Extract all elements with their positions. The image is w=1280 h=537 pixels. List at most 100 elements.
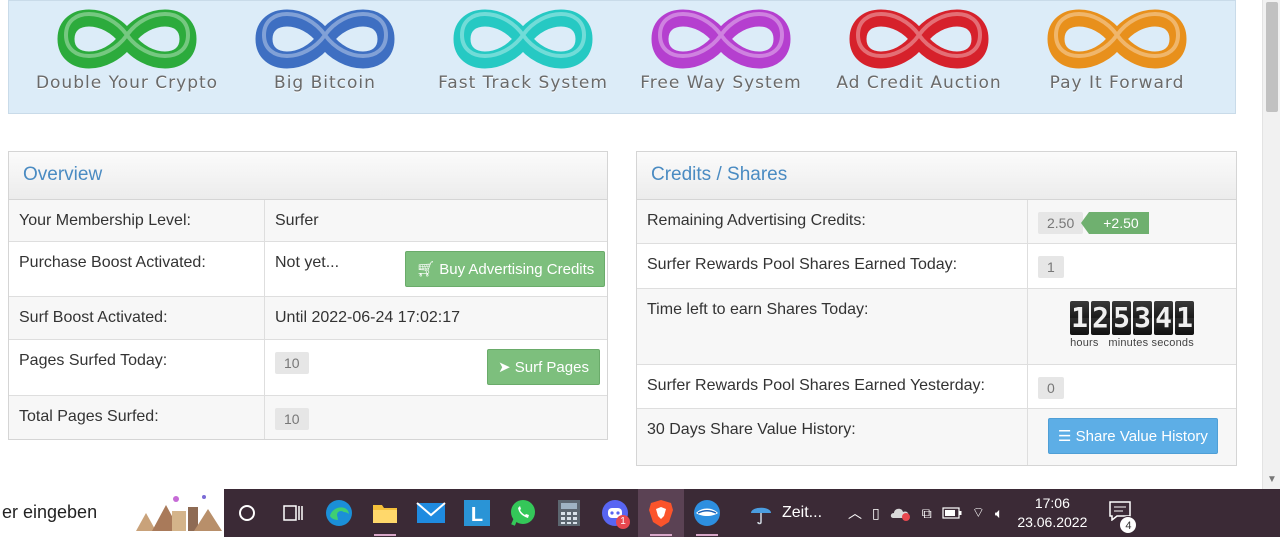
infinity-logo-icon: [453, 9, 593, 69]
program-label: Free Way System: [640, 73, 802, 93]
meet-now-icon[interactable]: ▯: [872, 505, 880, 522]
infinity-logo-icon: [849, 9, 989, 69]
search-highlight-illustration-icon: [132, 491, 224, 535]
infinity-logo-icon: [1047, 9, 1187, 69]
row-label: Surfer Rewards Pool Shares Earned Yester…: [637, 365, 1028, 408]
share-value-history-button[interactable]: ☰ Share Value History: [1048, 418, 1218, 454]
battery-icon[interactable]: [942, 507, 962, 519]
notification-count-badge: 4: [1119, 515, 1138, 534]
thunderbird-icon[interactable]: [684, 489, 730, 537]
total-pages-badge: 10: [275, 408, 309, 430]
wifi-icon[interactable]: ⌔: [972, 504, 985, 522]
row-value: Not yet...: [275, 254, 340, 271]
system-tray: ︿ ▯ ⧉ ⌔ 🔈︎: [848, 503, 1003, 523]
table-row: Surfer Rewards Pool Shares Earned Today:…: [637, 244, 1236, 289]
panel-title: Credits / Shares: [637, 152, 1236, 200]
taskbar-search-box[interactable]: er eingeben: [0, 489, 224, 537]
row-label: Surfer Rewards Pool Shares Earned Today:: [637, 244, 1028, 288]
program-label: Ad Credit Auction: [836, 73, 1002, 93]
whatsapp-icon[interactable]: [500, 489, 546, 537]
table-row: Remaining Advertising Credits: 2.50 +2.50: [637, 200, 1236, 244]
windows-taskbar: er eingeben L 1 Zeit... ︿ ▯ ⧉ ⌔ 🔈︎ 17:06…: [0, 489, 1280, 537]
surf-pages-button[interactable]: ➤ Surf Pages: [487, 349, 600, 385]
table-row: Surfer Rewards Pool Shares Earned Yester…: [637, 365, 1236, 409]
table-row: Pages Surfed Today: 10 ➤ Surf Pages: [9, 340, 607, 396]
countdown-digit: 2: [1091, 301, 1110, 335]
table-row: Surf Boost Activated: Until 2022-06-24 1…: [9, 297, 607, 340]
file-explorer-icon[interactable]: [362, 489, 408, 537]
countdown-digit: 3: [1133, 301, 1152, 335]
weather-widget[interactable]: Zeit...: [748, 500, 822, 526]
discord-icon[interactable]: 1: [592, 489, 638, 537]
infinity-logo-icon: [57, 9, 197, 69]
cart-icon: 🛒︎: [416, 261, 440, 278]
l-app-icon[interactable]: L: [454, 489, 500, 537]
countdown-digit: 1: [1070, 301, 1089, 335]
row-label: Purchase Boost Activated:: [9, 242, 265, 296]
row-value: Until 2022-06-24 17:02:17: [275, 309, 461, 326]
program-link-fast-track-system[interactable]: Fast Track System: [423, 3, 623, 103]
program-label: Fast Track System: [438, 73, 608, 93]
database-icon: ☰: [1058, 428, 1076, 445]
row-label: Surf Boost Activated:: [9, 297, 265, 339]
pages-surfed-today-badge: 10: [275, 352, 309, 374]
countdown-digit: 4: [1154, 301, 1173, 335]
program-banner: Double Your Crypto Big Bitcoin Fast Trac…: [8, 0, 1236, 114]
scrollbar-thumb[interactable]: [1266, 2, 1278, 112]
shares-today-badge: 1: [1038, 256, 1064, 278]
scroll-down-arrow-icon[interactable]: ▼: [1267, 474, 1277, 485]
taskbar-clock[interactable]: 17:06 23.06.2022: [1017, 494, 1087, 532]
infinity-logo-icon: [651, 9, 791, 69]
countdown-digit: 5: [1112, 301, 1131, 335]
program-label: Double Your Crypto: [35, 73, 219, 93]
countdown-units: hours minutes seconds: [1070, 337, 1194, 349]
brave-browser-icon[interactable]: [638, 489, 684, 537]
advertising-credits-badge: 2.50: [1038, 212, 1084, 234]
clock-time: 17:06: [1034, 495, 1070, 511]
countdown-digit: 1: [1175, 301, 1194, 335]
table-row: 30 Days Share Value History: ☰ Share Val…: [637, 409, 1236, 465]
screen-capture-icon[interactable]: ⧉: [922, 505, 932, 522]
program-link-ad-credit-auction[interactable]: Ad Credit Auction: [819, 3, 1019, 103]
row-label: Remaining Advertising Credits:: [637, 200, 1028, 243]
edge-browser-icon[interactable]: [316, 489, 362, 537]
program-link-big-bitcoin[interactable]: Big Bitcoin: [225, 3, 425, 103]
svg-text:L: L: [471, 504, 483, 526]
cortana-icon[interactable]: [224, 489, 270, 537]
table-row: Your Membership Level: Surfer: [9, 200, 607, 242]
row-value: Surfer: [275, 212, 319, 229]
row-label: 30 Days Share Value History:: [637, 409, 1028, 465]
umbrella-rain-icon: [751, 507, 771, 525]
program-link-pay-it-forward[interactable]: Pay It Forward: [1017, 3, 1217, 103]
row-label: Time left to earn Shares Today:: [637, 289, 1028, 364]
discord-notification-badge: 1: [616, 515, 630, 529]
notification-center-icon[interactable]: 4: [1109, 500, 1138, 534]
row-label: Your Membership Level:: [9, 200, 265, 241]
weather-text: Zeit...: [782, 504, 823, 521]
table-row: Total Pages Surfed: 10: [9, 396, 607, 439]
buy-advertising-credits-button[interactable]: 🛒︎ Buy Advertising Credits: [405, 251, 606, 287]
credits-increase-tag: +2.50: [1081, 212, 1149, 234]
panel-title: Overview: [9, 152, 607, 200]
program-label: Pay It Forward: [1049, 73, 1185, 93]
mail-icon[interactable]: [408, 489, 454, 537]
credits-shares-panel: Credits / Shares Remaining Advertising C…: [636, 151, 1237, 466]
program-link-double-your-crypto[interactable]: Double Your Crypto: [27, 3, 227, 103]
page-scrollbar[interactable]: ▼: [1262, 0, 1280, 489]
onedrive-error-icon[interactable]: [890, 505, 912, 521]
overview-panel: Overview Your Membership Level: Surfer P…: [8, 151, 608, 440]
calculator-icon[interactable]: [546, 489, 592, 537]
row-label: Pages Surfed Today:: [9, 340, 265, 395]
send-icon: ➤: [498, 359, 515, 376]
table-row: Time left to earn Shares Today: 1 2 5 3 …: [637, 289, 1236, 365]
task-view-icon[interactable]: [270, 489, 316, 537]
countdown-timer: 1 2 5 3 4 1 hours minutes seconds: [1028, 289, 1236, 364]
program-label: Big Bitcoin: [274, 73, 376, 93]
row-label: Total Pages Surfed:: [9, 396, 265, 439]
clock-date: 23.06.2022: [1017, 514, 1088, 530]
volume-icon[interactable]: 🔈︎: [995, 505, 1003, 522]
infinity-logo-icon: [255, 9, 395, 69]
program-link-free-way-system[interactable]: Free Way System: [621, 3, 821, 103]
chevron-up-icon[interactable]: ︿: [848, 503, 862, 523]
search-placeholder: er eingeben: [2, 502, 98, 522]
